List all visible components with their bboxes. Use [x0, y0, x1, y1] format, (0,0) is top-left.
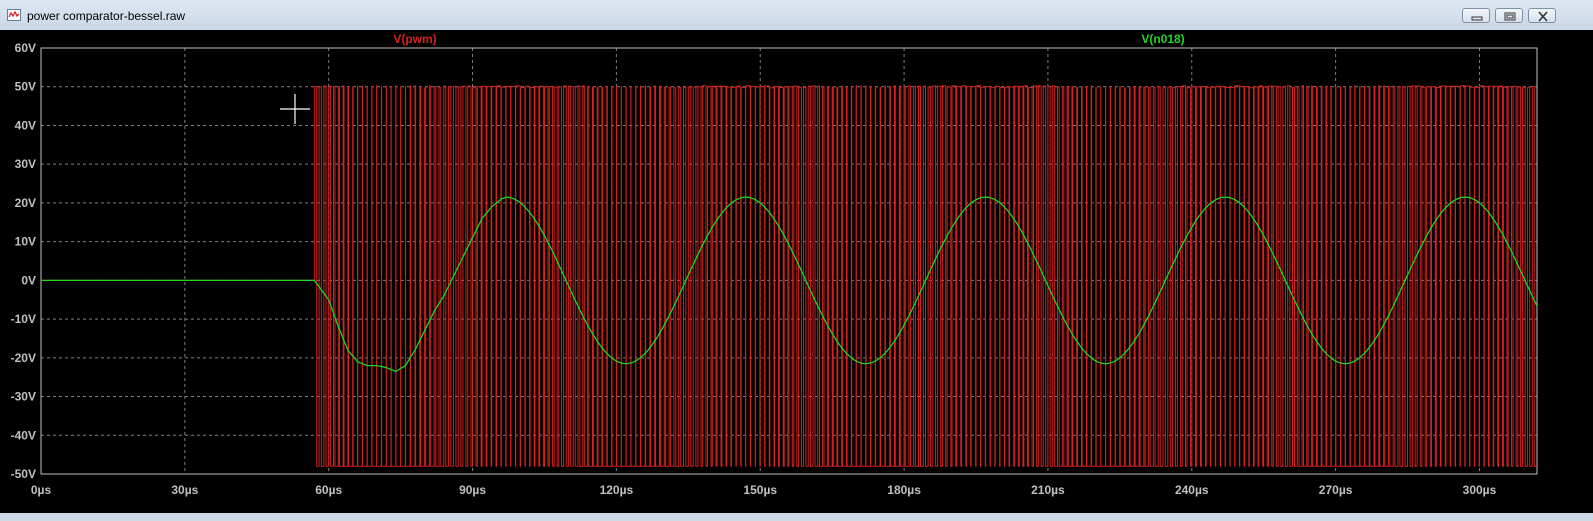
x-tick-labels: 0µs 30µs 60µs 90µs 120µs 150µs 180µs 210µs 240µs… [31, 483, 1497, 497]
x-tick-label: 150µs [743, 483, 777, 497]
waveform-chart[interactable]: 60V 50V 40V 30V 20V 10V 0V -10V -20V -30V -40V -50V… [0, 30, 1593, 513]
restore-icon [1504, 12, 1516, 21]
y-tick-label: -10V [11, 312, 36, 326]
y-tick-label: 40V [15, 118, 36, 132]
y-tick-label: 20V [15, 196, 36, 210]
x-tick-label: 300µs [1463, 483, 1497, 497]
waveform-icon [7, 9, 21, 21]
x-tick-label: 210µs [1031, 483, 1065, 497]
y-tick-label: 10V [15, 235, 36, 249]
x-tick-label: 270µs [1319, 483, 1353, 497]
y-tick-label: -40V [11, 428, 36, 442]
x-tick-label: 60µs [315, 483, 342, 497]
y-tick-label: -30V [11, 390, 36, 404]
x-tick-label: 0µs [31, 483, 52, 497]
window-titlebar: power comparator-bessel.raw [0, 0, 1593, 31]
close-icon [1538, 11, 1548, 22]
x-tick-label: 30µs [171, 483, 198, 497]
y-tick-label: 0V [21, 273, 36, 287]
restore-button[interactable] [1495, 8, 1523, 23]
window-bottom-border [0, 513, 1593, 521]
y-tick-label: 30V [15, 157, 36, 171]
minimize-button[interactable] [1462, 8, 1490, 23]
y-tick-label: 60V [15, 41, 36, 55]
y-tick-labels: 60V 50V 40V 30V 20V 10V 0V -10V -20V -30V -40V -50V [11, 41, 36, 481]
legend-v-pwm: V(pwm) [393, 32, 436, 46]
close-button[interactable] [1528, 8, 1556, 23]
y-tick-label: -20V [11, 351, 36, 365]
crosshair-cursor [280, 94, 310, 124]
series-v-pwm [41, 85, 1537, 467]
x-tick-label: 240µs [1175, 483, 1209, 497]
y-tick-label: 50V [15, 80, 36, 94]
x-tick-label: 90µs [459, 483, 486, 497]
x-tick-label: 180µs [887, 483, 921, 497]
minimize-icon [1471, 16, 1483, 21]
x-tick-label: 120µs [600, 483, 634, 497]
y-tick-label: -50V [11, 467, 36, 481]
window-title: power comparator-bessel.raw [27, 9, 186, 23]
series-line-v-pwm [41, 85, 1537, 467]
legend-v-n018: V(n018) [1141, 32, 1184, 46]
